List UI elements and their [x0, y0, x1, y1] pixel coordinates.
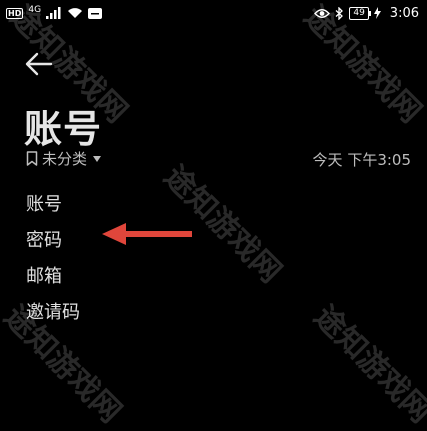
charging-icon — [373, 7, 381, 19]
bookmark-icon — [26, 151, 38, 166]
back-button[interactable] — [24, 50, 54, 78]
note-timestamp: 今天 下午3:05 — [312, 151, 411, 169]
status-bar-right: 49 3:06 — [314, 6, 419, 21]
wifi-icon — [68, 8, 83, 18]
eye-icon — [314, 8, 331, 18]
signal-bars-icon — [46, 7, 61, 19]
note-line-account: 账号 — [26, 194, 62, 215]
annotation-arrow-icon — [102, 223, 192, 245]
status-bar-left: HD 4G — [6, 5, 103, 19]
category-label: 未分类 — [42, 150, 88, 168]
notification-message-icon — [88, 7, 103, 19]
note-line-password: 密码 — [26, 230, 62, 251]
hd-badge: HD — [6, 7, 24, 19]
chevron-down-icon — [93, 155, 102, 162]
status-bar: HD 4G 49 3:06 — [0, 0, 427, 26]
watermark: 途知游戏网 — [307, 299, 427, 430]
battery-indicator: 49 — [349, 6, 372, 20]
note-title[interactable]: 账号 — [24, 98, 102, 153]
network-type-label: 4G — [28, 5, 42, 15]
note-body[interactable]: 账号 密码 邮箱 邀请码 — [26, 187, 80, 331]
note-line-email: 邮箱 — [26, 266, 62, 287]
note-line-invite-code: 邀请码 — [26, 302, 80, 323]
category-selector[interactable]: 未分类 — [26, 148, 102, 169]
back-arrow-icon — [25, 52, 53, 76]
bluetooth-icon — [335, 6, 344, 20]
status-time: 3:06 — [389, 5, 419, 21]
